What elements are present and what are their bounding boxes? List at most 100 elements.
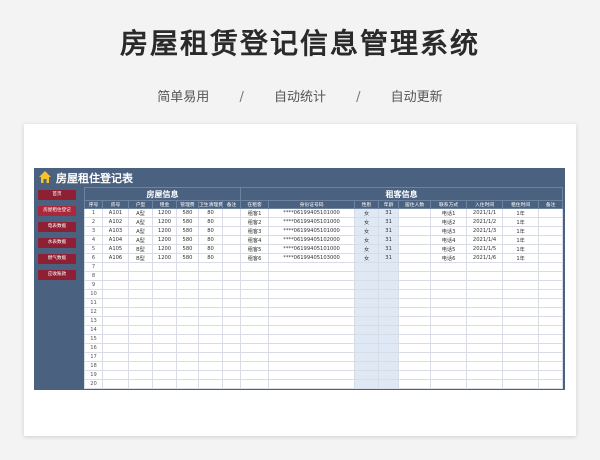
table-cell[interactable] xyxy=(102,343,129,353)
table-cell[interactable] xyxy=(176,289,199,299)
table-cell[interactable] xyxy=(152,280,177,290)
table-cell[interactable]: ****06199405102000 xyxy=(268,235,356,245)
table-cell[interactable] xyxy=(466,334,504,344)
table-cell[interactable] xyxy=(102,307,129,317)
table-cell[interactable] xyxy=(102,334,129,344)
table-cell[interactable] xyxy=(538,298,564,308)
table-cell[interactable]: ****06199405101000 xyxy=(268,226,356,236)
table-cell[interactable] xyxy=(176,370,199,380)
table-cell[interactable] xyxy=(430,352,468,362)
table-cell[interactable] xyxy=(221,226,242,236)
table-cell[interactable] xyxy=(198,334,223,344)
table-cell[interactable] xyxy=(430,379,468,389)
table-cell[interactable] xyxy=(268,271,356,281)
table-cell[interactable] xyxy=(538,271,564,281)
table-cell[interactable] xyxy=(354,271,380,281)
table-cell[interactable] xyxy=(240,280,270,290)
table-cell[interactable] xyxy=(268,262,356,272)
table-cell[interactable] xyxy=(128,370,153,380)
table-cell[interactable] xyxy=(128,343,153,353)
table-cell[interactable] xyxy=(176,361,199,371)
table-cell[interactable] xyxy=(466,307,504,317)
table-cell[interactable]: 租客6 xyxy=(240,253,270,263)
table-cell[interactable] xyxy=(354,262,380,272)
table-cell[interactable] xyxy=(538,325,564,335)
table-cell[interactable]: 租客4 xyxy=(240,235,270,245)
table-cell[interactable] xyxy=(398,262,432,272)
table-cell[interactable] xyxy=(102,370,129,380)
table-cell[interactable] xyxy=(221,271,242,281)
table-cell[interactable] xyxy=(240,370,270,380)
table-cell[interactable] xyxy=(198,325,223,335)
table-cell[interactable] xyxy=(398,244,432,254)
table-cell[interactable] xyxy=(221,361,242,371)
table-cell[interactable]: B型 xyxy=(128,244,153,254)
table-cell[interactable] xyxy=(221,370,242,380)
table-cell[interactable]: 31 xyxy=(378,253,400,263)
table-cell[interactable] xyxy=(430,307,468,317)
table-cell[interactable] xyxy=(176,262,199,272)
sidebar-button-4[interactable]: 燃气数据 xyxy=(38,254,76,264)
table-cell[interactable] xyxy=(398,253,432,263)
table-cell[interactable] xyxy=(398,280,432,290)
table-cell[interactable] xyxy=(398,316,432,326)
table-cell[interactable] xyxy=(398,325,432,335)
table-cell[interactable]: B型 xyxy=(128,253,153,263)
table-cell[interactable]: 580 xyxy=(176,235,199,245)
table-cell[interactable] xyxy=(538,289,564,299)
table-cell[interactable] xyxy=(152,370,177,380)
table-cell[interactable] xyxy=(176,271,199,281)
table-cell[interactable]: A102 xyxy=(102,217,129,227)
table-cell[interactable] xyxy=(378,352,400,362)
table-cell[interactable] xyxy=(354,370,380,380)
table-cell[interactable] xyxy=(240,289,270,299)
table-cell[interactable]: 80 xyxy=(198,226,223,236)
table-cell[interactable] xyxy=(152,298,177,308)
table-cell[interactable] xyxy=(398,307,432,317)
table-cell[interactable] xyxy=(268,361,356,371)
table-cell[interactable] xyxy=(176,343,199,353)
table-cell[interactable] xyxy=(502,379,540,389)
table-cell[interactable] xyxy=(398,379,432,389)
table-cell[interactable] xyxy=(152,325,177,335)
table-cell[interactable] xyxy=(198,352,223,362)
table-cell[interactable] xyxy=(102,298,129,308)
table-cell[interactable] xyxy=(398,226,432,236)
table-cell[interactable] xyxy=(538,316,564,326)
table-cell[interactable] xyxy=(240,334,270,344)
table-cell[interactable] xyxy=(268,343,356,353)
table-cell[interactable] xyxy=(466,343,504,353)
table-cell[interactable]: 31 xyxy=(378,217,400,227)
table-cell[interactable]: 女 xyxy=(354,235,380,245)
table-cell[interactable] xyxy=(240,298,270,308)
table-cell[interactable] xyxy=(102,280,129,290)
table-cell[interactable] xyxy=(128,289,153,299)
table-cell[interactable] xyxy=(128,379,153,389)
table-cell[interactable] xyxy=(538,208,564,218)
table-cell[interactable]: 1200 xyxy=(152,226,177,236)
table-cell[interactable]: 2021/1/4 xyxy=(466,235,504,245)
table-cell[interactable] xyxy=(221,253,242,263)
table-cell[interactable]: 4 xyxy=(84,235,103,245)
table-cell[interactable]: 2021/1/3 xyxy=(466,226,504,236)
table-cell[interactable] xyxy=(430,325,468,335)
table-cell[interactable] xyxy=(430,262,468,272)
table-cell[interactable] xyxy=(221,208,242,218)
table-cell[interactable]: 电话6 xyxy=(430,253,468,263)
table-cell[interactable] xyxy=(152,262,177,272)
table-cell[interactable] xyxy=(176,280,199,290)
table-cell[interactable] xyxy=(198,262,223,272)
table-cell[interactable] xyxy=(502,334,540,344)
table-cell[interactable]: 电话4 xyxy=(430,235,468,245)
table-cell[interactable] xyxy=(198,307,223,317)
table-cell[interactable]: 电话3 xyxy=(430,226,468,236)
table-cell[interactable] xyxy=(378,289,400,299)
table-cell[interactable] xyxy=(538,334,564,344)
table-cell[interactable] xyxy=(466,379,504,389)
table-cell[interactable]: ****06199405101000 xyxy=(268,217,356,227)
table-cell[interactable] xyxy=(128,307,153,317)
table-cell[interactable] xyxy=(466,262,504,272)
table-cell[interactable] xyxy=(152,334,177,344)
table-cell[interactable]: 80 xyxy=(198,208,223,218)
table-cell[interactable] xyxy=(430,316,468,326)
